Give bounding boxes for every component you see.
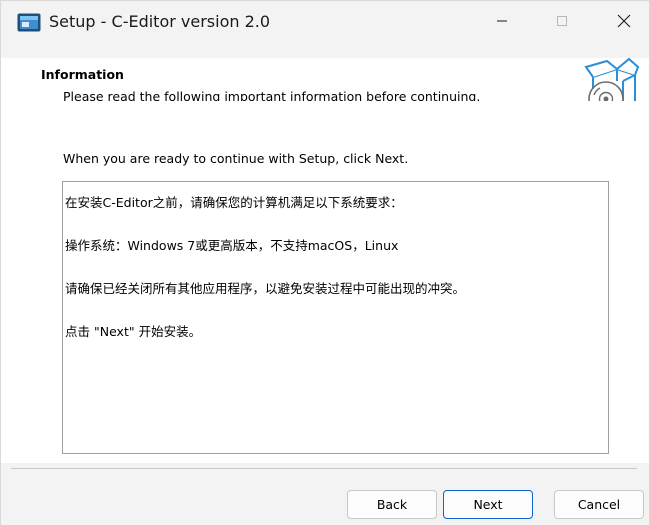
info-line: 在安装C-Editor之前，请确保您的计算机满足以下系统要求： (65, 195, 403, 210)
maximize-icon (557, 16, 567, 26)
information-memo[interactable]: 在安装C-Editor之前，请确保您的计算机满足以下系统要求： 操作系统：Win… (62, 181, 609, 454)
minimize-icon (497, 20, 507, 22)
maximize-button[interactable] (539, 1, 585, 41)
back-button[interactable]: Back (347, 490, 437, 519)
info-line: 请确保已经关闭所有其他应用程序，以避免安装过程中可能出现的冲突。 (65, 281, 466, 296)
title-bar[interactable]: Setup - C-Editor version 2.0 (1, 1, 649, 41)
info-line: 点击 "Next" 开始安装。 (65, 324, 202, 339)
info-line: 操作系统：Windows 7或更高版本，不支持macOS，Linux (65, 238, 399, 253)
page-title: Information (41, 67, 124, 82)
content-area: When you are ready to continue with Setu… (1, 101, 649, 463)
wizard-footer: Back Next Cancel (1, 469, 649, 525)
next-button[interactable]: Next (443, 490, 533, 519)
cancel-button[interactable]: Cancel (554, 490, 644, 519)
close-icon (617, 14, 631, 28)
setup-window: Setup - C-Editor version 2.0 Information… (0, 0, 650, 525)
continue-prompt: When you are ready to continue with Setu… (63, 151, 409, 166)
setup-app-icon (17, 13, 41, 32)
close-button[interactable] (601, 1, 647, 41)
minimize-button[interactable] (479, 1, 525, 41)
window-title: Setup - C-Editor version 2.0 (49, 12, 271, 31)
